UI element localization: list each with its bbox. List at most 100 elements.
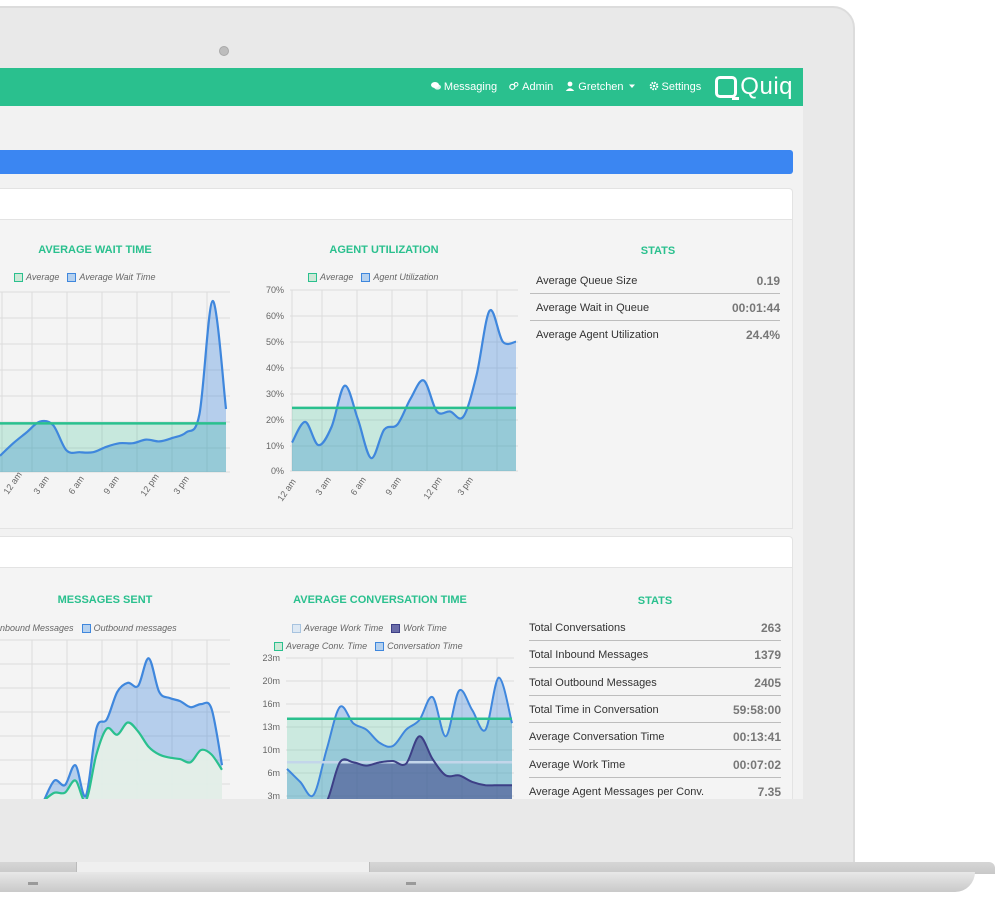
legend-swatch-work-time xyxy=(391,623,401,633)
panel-1-body: AVERAGE WAIT TIME Average Average Wait T… xyxy=(0,220,793,529)
stat-value: 00:13:41 xyxy=(732,730,781,745)
stat-label: Average Agent Utilization xyxy=(536,329,659,341)
stat-row: Average Queue Size 0.19 xyxy=(536,272,780,290)
nav-admin[interactable]: Admin xyxy=(509,81,553,94)
y-tick: 16m xyxy=(262,699,280,709)
x-tick: 3 am xyxy=(313,475,333,497)
stats-divider xyxy=(530,293,780,294)
legend-entry-average-conv-time[interactable]: Average Conv. Time xyxy=(274,641,367,651)
user-icon xyxy=(565,81,575,94)
chart-title-agent-utilization: AGENT UTILIZATION xyxy=(329,244,439,256)
y-ticks-conversation-time: 23m 20m 16m 13m 10m 6m 3m xyxy=(262,653,280,799)
stats-divider xyxy=(529,640,781,641)
chart-wait-time: 12 am 3 am 6 am 9 am 12 pm 3 pm xyxy=(0,291,230,498)
panel-1-header xyxy=(0,188,793,220)
chart-title-wait-time: AVERAGE WAIT TIME xyxy=(38,244,152,256)
chart-conversation-time: 23m 20m 16m 13m 10m 6m 3m xyxy=(262,653,514,799)
stat-label: Average Work Time xyxy=(529,758,626,771)
legend-entry-average[interactable]: Average xyxy=(14,272,59,282)
y-tick: 10m xyxy=(262,745,280,755)
stat-label: Total Inbound Messages xyxy=(529,649,649,662)
stat-label: Average Conversation Time xyxy=(529,731,665,744)
legend-swatch-average-conv-time xyxy=(274,641,283,651)
stat-row: Average Agent Utilization 24.4% xyxy=(536,326,780,344)
laptop-foot xyxy=(28,882,38,885)
legend-label-work-time: Work Time xyxy=(403,623,447,633)
top-nav-bar: Messaging Admin Gretchen Settings Quiq xyxy=(0,68,803,106)
stats-divider xyxy=(529,721,781,723)
legend-entry-conversation-time[interactable]: Conversation Time xyxy=(375,641,463,651)
legend-label-average-conv-time: Average Conv. Time xyxy=(286,641,368,651)
stat-label: Average Queue Size xyxy=(536,275,638,287)
x-ticks-agent-utilization: 12 am 3 am 6 am 9 am 12 pm 3 pm xyxy=(275,475,475,503)
app-screen: Messaging Admin Gretchen Settings Quiq A… xyxy=(0,68,803,799)
nav-settings-label: Settings xyxy=(661,81,702,93)
nav-settings[interactable]: Settings xyxy=(649,81,702,94)
stat-value: 59:58:00 xyxy=(732,702,781,717)
y-tick: 40% xyxy=(266,363,284,373)
nav-user-menu[interactable]: Gretchen xyxy=(565,81,636,94)
panel-2-body: MESSAGES SENT nbound Messages Outbound m… xyxy=(0,568,793,799)
legend-swatch-conversation-time xyxy=(375,641,385,651)
x-tick: 6 am xyxy=(66,474,86,496)
legend-entry-outbound[interactable]: Outbound messages xyxy=(81,623,177,633)
x-ticks-wait-time: 12 am 3 am 6 am 9 am 12 pm 3 pm xyxy=(1,470,191,498)
legend-label-wait-time: Average Wait Time xyxy=(79,272,156,282)
stat-value: 1379 xyxy=(754,648,781,663)
nav-messaging[interactable]: Messaging xyxy=(430,81,498,94)
legend-entry-inbound[interactable]: nbound Messages xyxy=(0,623,74,633)
legend-entry-average-work-time[interactable]: Average Work Time xyxy=(292,623,383,633)
y-tick: 50% xyxy=(266,337,284,347)
x-tick: 9 am xyxy=(383,475,403,497)
stat-row: Total Time in Conversation 59:58:00 xyxy=(529,701,781,719)
legend-swatch-outbound xyxy=(81,623,91,633)
legend-swatch-wait-time xyxy=(67,272,77,282)
nav-messaging-label: Messaging xyxy=(443,81,498,93)
panel-2-header xyxy=(0,536,793,568)
stat-row: Total Conversations 263 xyxy=(529,619,781,637)
quiq-logo-text: Quiq xyxy=(740,73,793,100)
legend-label-average-work-time: Average Work Time xyxy=(304,623,384,633)
stats-divider xyxy=(529,749,781,751)
y-tick: 60% xyxy=(266,311,284,321)
legend-label-conversation-time: Conversation Time xyxy=(387,641,463,651)
stat-value: 2405 xyxy=(754,675,781,690)
stats-divider xyxy=(529,694,781,696)
info-banner xyxy=(0,150,793,174)
stats-title-2: STATS xyxy=(637,595,673,607)
stat-row: Average Work Time 00:07:02 xyxy=(529,756,781,774)
chart-title-messages-sent: MESSAGES SENT xyxy=(57,594,153,606)
stat-row: Total Outbound Messages 2405 xyxy=(529,674,781,692)
x-tick: 12 pm xyxy=(421,475,444,501)
stat-label: Total Outbound Messages xyxy=(529,676,657,689)
legend-label-inbound: nbound Messages xyxy=(0,623,74,633)
chart-agent-utilization: 0% 10% 20% 30% 40% 50% 60% 70% 12 am 3 a… xyxy=(266,285,518,503)
legend-entry-wait-time[interactable]: Average Wait Time xyxy=(67,272,155,282)
y-tick: 0% xyxy=(271,466,284,476)
stat-value: 24.4% xyxy=(745,328,780,342)
stats-divider xyxy=(530,320,780,321)
stats-divider xyxy=(529,667,781,669)
legend-conversation-time-row2: Average Conv. Time Conversation Time xyxy=(274,641,463,651)
legend-swatch-average-work-time xyxy=(292,623,301,633)
laptop-base xyxy=(0,862,1000,896)
cogs-icon xyxy=(509,81,519,94)
caret-down-icon xyxy=(627,81,637,94)
x-tick: 3 am xyxy=(31,474,51,496)
y-tick: 20m xyxy=(262,676,280,686)
stats-title-1: STATS xyxy=(640,245,676,257)
chart-messages-sent xyxy=(0,639,230,799)
stat-row: Total Inbound Messages 1379 xyxy=(529,646,781,664)
nav-admin-label: Admin xyxy=(522,81,554,93)
stat-value: 263 xyxy=(760,621,781,635)
y-tick: 6m xyxy=(267,768,280,778)
x-tick: 3 pm xyxy=(171,474,191,496)
y-tick: 70% xyxy=(266,285,284,295)
quiq-logo[interactable]: Quiq xyxy=(715,73,793,101)
laptop-base-body xyxy=(0,872,975,892)
y-tick: 10% xyxy=(266,441,284,451)
legend-entry-work-time[interactable]: Work Time xyxy=(391,623,447,633)
stats-divider xyxy=(529,776,781,778)
x-tick: 6 am xyxy=(348,475,368,497)
nav-user-label: Gretchen xyxy=(578,81,624,93)
